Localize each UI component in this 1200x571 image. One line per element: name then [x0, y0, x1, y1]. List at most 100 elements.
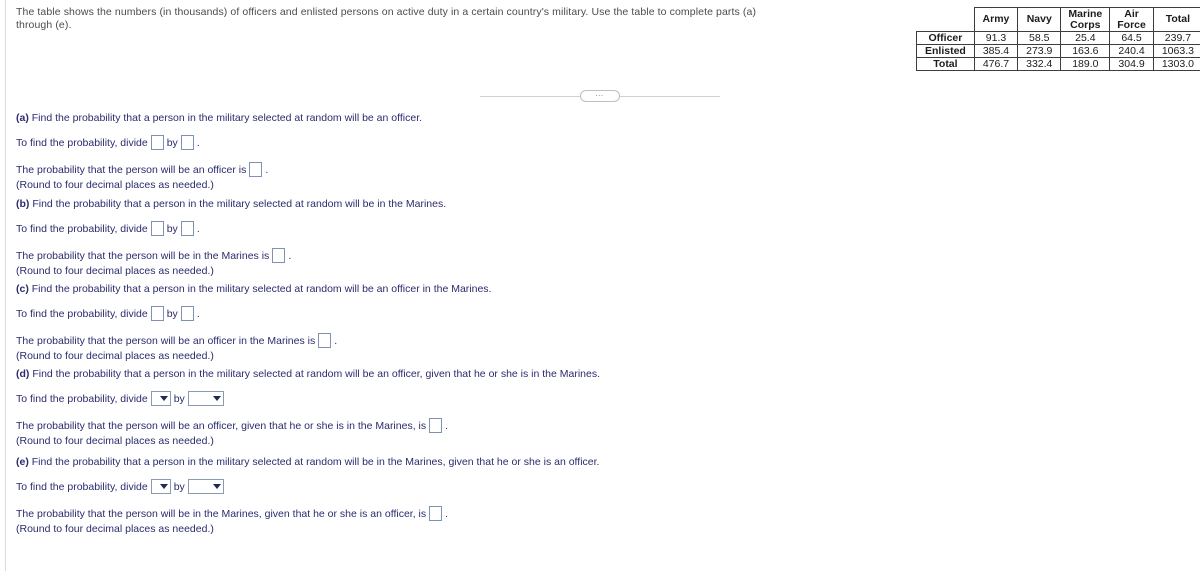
part-d-tag: (d) [16, 368, 30, 380]
part-a-answer-label: The probability that the person will be … [16, 163, 247, 176]
part-d-answer-label: The probability that the person will be … [16, 419, 427, 432]
part-d-divide-label: To find the probability, divide [16, 392, 148, 405]
part-d-question-text: Find the probability that a person in th… [29, 368, 601, 380]
cell-enlisted-air-force: 240.4 [1109, 44, 1154, 58]
part-d-answer-period: . [445, 419, 449, 432]
part-c-divide-period: . [196, 307, 200, 320]
part-d-question: (d) Find the probability that a person i… [16, 367, 600, 381]
cell-total-marine-corps: 189.0 [1060, 57, 1111, 71]
part-d: (d) Find the probability that a person i… [16, 367, 600, 448]
part-a-numerator-input[interactable] [150, 135, 164, 150]
part-b-answer-period: . [288, 249, 292, 262]
part-b-round-note: (Round to four decimal places as needed.… [16, 265, 214, 277]
cell-total-navy: 332.4 [1017, 57, 1062, 71]
column-header-marine-corps-line2: Corps [1070, 18, 1101, 31]
data-table: Army Navy Marine Corps Air Force Total O… [916, 7, 1200, 71]
divider-ellipsis-icon[interactable]: ⋯ [580, 90, 620, 102]
part-b: (b) Find the probability that a person i… [16, 197, 446, 278]
part-a: (a) Find the probability that a person i… [16, 111, 422, 192]
part-e-divide-label: To find the probability, divide [16, 480, 148, 493]
chevron-down-icon [212, 484, 221, 489]
part-b-divide-line: To find the probability, divide by . [16, 221, 446, 236]
part-b-answer-label: The probability that the person will be … [16, 249, 270, 262]
part-c-question: (c) Find the probability that a person i… [16, 282, 491, 296]
table-row: Enlisted 385.4 273.9 163.6 240.4 1063.3 [916, 44, 1200, 58]
column-header-army: Army [973, 7, 1019, 32]
part-a-divide-period: . [196, 136, 200, 149]
part-c-answer-input[interactable] [318, 333, 332, 348]
chevron-down-icon [159, 396, 168, 401]
column-header-total-line1: Total [1165, 13, 1191, 26]
cell-enlisted-total: 1063.3 [1152, 44, 1200, 58]
part-b-denominator-input[interactable] [180, 221, 194, 236]
part-c-divide-line: To find the probability, divide by . [16, 306, 491, 321]
column-header-air-force-line1: Air [1124, 8, 1139, 20]
column-header-navy: Navy [1017, 7, 1062, 32]
part-e-round-note: (Round to four decimal places as needed.… [16, 523, 214, 535]
part-a-tag: (a) [16, 112, 29, 124]
part-c-numerator-input[interactable] [150, 306, 164, 321]
part-e-by-label: by [173, 480, 185, 493]
part-d-round-note: (Round to four decimal places as needed.… [16, 435, 214, 447]
part-a-question-text: Find the probability that a person in th… [28, 112, 423, 124]
part-a-denominator-input[interactable] [180, 135, 194, 150]
part-e-numerator-dropdown[interactable] [150, 479, 171, 494]
part-d-numerator-dropdown[interactable] [150, 391, 171, 406]
part-e-answer-input[interactable] [429, 506, 443, 521]
table-body: Officer 91.3 58.5 25.4 64.5 239.7 Enlist… [916, 31, 1200, 71]
part-e-denominator-dropdown[interactable] [187, 479, 224, 494]
part-c-denominator-input[interactable] [180, 306, 194, 321]
part-e: (e) Find the probability that a person i… [16, 455, 599, 536]
part-d-denominator-dropdown[interactable] [187, 391, 224, 406]
row-header-enlisted: Enlisted [916, 44, 975, 58]
part-b-question-text: Find the probability that a person in th… [29, 198, 447, 210]
part-b-answer-input[interactable] [272, 248, 286, 263]
table-row: Total 476.7 332.4 189.0 304.9 1303.0 [916, 57, 1200, 71]
part-c-tag: (c) [16, 283, 29, 295]
column-header-marine-corps: Marine Corps [1060, 7, 1111, 32]
chevron-down-icon [159, 484, 168, 489]
cell-officer-air-force: 64.5 [1109, 31, 1154, 45]
part-c-answer-period: . [334, 334, 338, 347]
part-d-answer-input[interactable] [429, 418, 443, 433]
chevron-down-icon [212, 396, 221, 401]
cell-total-air-force: 304.9 [1109, 57, 1154, 71]
section-divider: ⋯ [480, 90, 720, 102]
part-e-question: (e) Find the probability that a person i… [16, 455, 599, 469]
cell-officer-total: 239.7 [1152, 31, 1200, 45]
part-b-by-label: by [166, 222, 178, 235]
part-b-question: (b) Find the probability that a person i… [16, 197, 446, 211]
part-c-question-text: Find the probability that a person in th… [28, 283, 492, 295]
part-a-answer-period: . [265, 163, 269, 176]
worksheet-page: The table shows the numbers (in thousand… [0, 0, 1200, 571]
table-header-row: Army Navy Marine Corps Air Force Total [916, 7, 1200, 32]
military-data-table: Army Navy Marine Corps Air Force Total O… [916, 7, 1200, 71]
part-a-answer-input[interactable] [249, 162, 263, 177]
part-b-answer-line: The probability that the person will be … [16, 248, 446, 263]
column-header-army-line1: Army [982, 13, 1010, 26]
part-a-divide-label: To find the probability, divide [16, 136, 148, 149]
column-header-marine-corps-line1: Marine [1068, 8, 1103, 20]
part-a-by-label: by [166, 136, 178, 149]
part-b-numerator-input[interactable] [150, 221, 164, 236]
cell-enlisted-navy: 273.9 [1017, 44, 1062, 58]
page-left-rule [5, 0, 6, 571]
part-e-tag: (e) [16, 456, 29, 468]
part-d-answer-line: The probability that the person will be … [16, 418, 600, 433]
column-header-air-force-line2: Force [1117, 18, 1146, 31]
row-header-officer: Officer [916, 31, 975, 45]
column-header-navy-line1: Navy [1026, 13, 1052, 26]
part-d-by-label: by [173, 392, 185, 405]
part-c-by-label: by [166, 307, 178, 320]
part-c: (c) Find the probability that a person i… [16, 282, 491, 363]
part-e-answer-period: . [445, 507, 449, 520]
column-header-air-force: Air Force [1109, 7, 1154, 32]
cell-enlisted-army: 385.4 [973, 44, 1019, 58]
table-header: Army Navy Marine Corps Air Force Total [916, 7, 1200, 32]
part-d-divide-line: To find the probability, divide by [16, 391, 600, 406]
part-b-divide-period: . [196, 222, 200, 235]
part-e-question-text: Find the probability that a person in th… [28, 456, 600, 468]
part-b-tag: (b) [16, 198, 30, 210]
part-e-answer-label: The probability that the person will be … [16, 507, 427, 520]
cell-officer-marine-corps: 25.4 [1060, 31, 1111, 45]
